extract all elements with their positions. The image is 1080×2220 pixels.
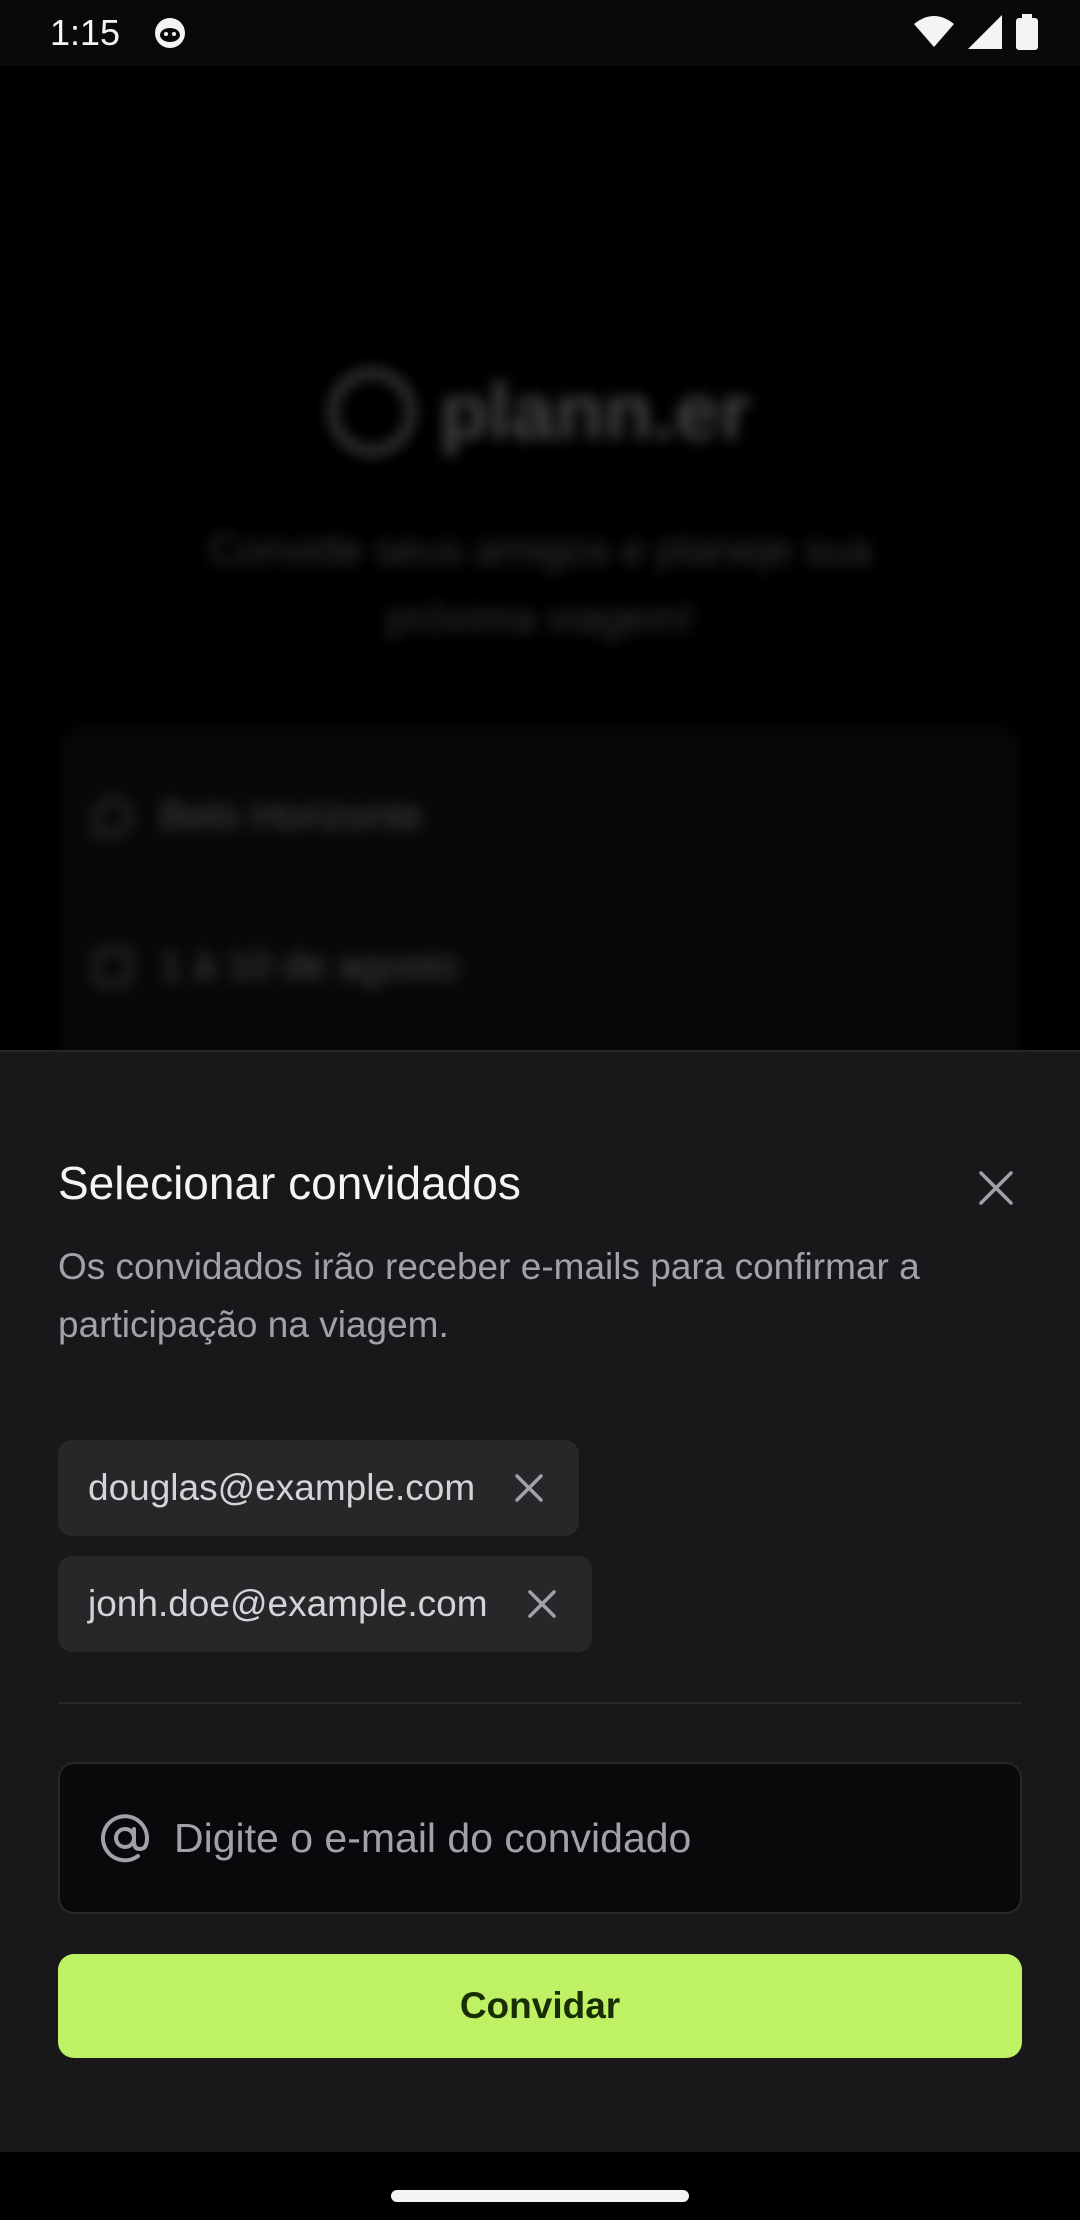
at-sign-icon bbox=[101, 1814, 150, 1863]
signal-icon bbox=[968, 15, 1002, 49]
email-field[interactable] bbox=[58, 1762, 1022, 1914]
screen: 1:15 plann.er Convide seus amigos e plan… bbox=[0, 0, 1080, 2220]
wifi-icon bbox=[914, 16, 954, 47]
status-bar: 1:15 bbox=[0, 0, 1080, 66]
status-icons bbox=[914, 14, 1038, 50]
app-logo: plann.er bbox=[0, 366, 1080, 458]
invite-button[interactable]: Convidar bbox=[58, 1954, 1022, 2058]
remove-guest-button[interactable] bbox=[522, 1584, 562, 1624]
dates-text: 1 à 10 de agosto bbox=[160, 944, 459, 988]
navigation-bar bbox=[0, 2152, 1080, 2220]
sheet-description: Os convidados irão receber e-mails para … bbox=[58, 1246, 920, 1345]
app-name: plann.er bbox=[439, 367, 751, 456]
status-time: 1:15 bbox=[50, 12, 121, 53]
destination-row: Belo Horizonte bbox=[94, 794, 422, 839]
globe-icon bbox=[329, 369, 416, 455]
trip-card: Belo Horizonte 1 à 10 de agosto bbox=[60, 726, 1020, 1086]
guest-email: jonh.doe@example.com bbox=[88, 1583, 488, 1624]
close-icon bbox=[515, 1474, 543, 1502]
guest-chip: jonh.doe@example.com bbox=[58, 1556, 592, 1652]
guest-email: douglas@example.com bbox=[88, 1467, 476, 1508]
close-icon bbox=[979, 1171, 1013, 1205]
dates-row: 1 à 10 de agosto bbox=[94, 944, 458, 989]
cat-app-icon bbox=[155, 18, 185, 48]
close-icon bbox=[527, 1590, 556, 1618]
divider bbox=[58, 1702, 1022, 1704]
remove-guest-button[interactable] bbox=[509, 1468, 549, 1508]
background-page: plann.er Convide seus amigos e planeje s… bbox=[0, 66, 1080, 1086]
battery-icon bbox=[1016, 14, 1038, 50]
calendar-icon bbox=[94, 947, 132, 986]
tagline: Convide seus amigos e planeje sua próxim… bbox=[208, 526, 872, 641]
email-input[interactable] bbox=[172, 1813, 1020, 1863]
destination-text: Belo Horizonte bbox=[160, 794, 423, 838]
guest-list: douglas@example.com jonh.doe@example.com bbox=[58, 1440, 592, 1652]
select-guests-sheet: Selecionar convidados Os convidados irão… bbox=[0, 1050, 1080, 2152]
home-indicator[interactable] bbox=[391, 2190, 689, 2202]
guest-chip: douglas@example.com bbox=[58, 1440, 580, 1536]
sheet-title: Selecionar convidados bbox=[58, 1157, 521, 1209]
map-pin-icon bbox=[94, 797, 132, 836]
close-button[interactable] bbox=[970, 1162, 1022, 1214]
